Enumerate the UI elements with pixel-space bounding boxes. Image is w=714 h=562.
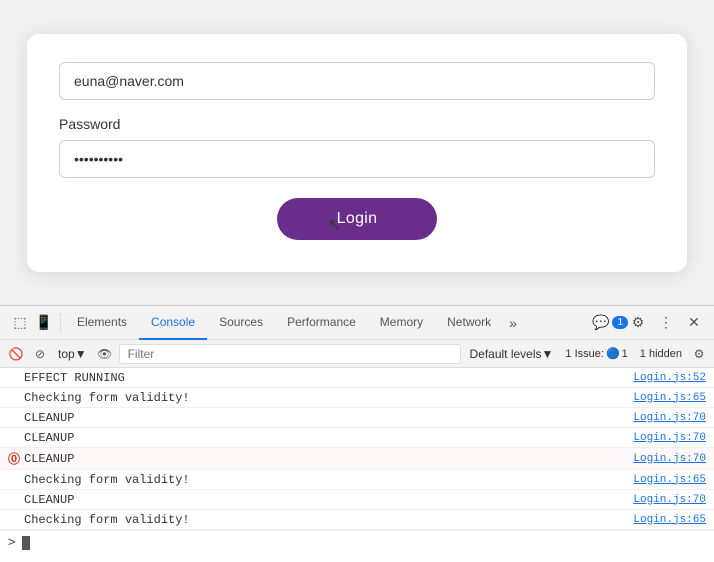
log-text-8: Checking form validity! bbox=[24, 513, 625, 527]
message-count-button[interactable]: 💬 1 bbox=[598, 311, 622, 335]
log-row: Checking form validity! Login.js:65 bbox=[0, 470, 714, 490]
log-text-6: Checking form validity! bbox=[24, 473, 625, 487]
tab-memory[interactable]: Memory bbox=[368, 306, 435, 340]
console-toolbar: 🚫 ⊘ top ▼ 👁 Default levels ▼ 1 Issue: 🔵 … bbox=[0, 340, 714, 368]
log-text-3: CLEANUP bbox=[24, 411, 625, 425]
clear-console-button[interactable]: 🚫 bbox=[6, 344, 26, 364]
log-row: CLEANUP Login.js:70 bbox=[0, 428, 714, 448]
tab-elements[interactable]: Elements bbox=[65, 306, 139, 340]
devtools-right-controls: 💬 1 ⚙ ⋮ ✕ bbox=[598, 311, 710, 335]
log-row: CLEANUP Login.js:70 bbox=[0, 408, 714, 428]
log-text-7: CLEANUP bbox=[24, 493, 625, 507]
tab-performance[interactable]: Performance bbox=[275, 306, 368, 340]
hidden-count: 1 hidden bbox=[636, 348, 686, 360]
close-devtools-button[interactable]: ✕ bbox=[682, 311, 706, 335]
console-cursor bbox=[22, 536, 30, 550]
login-button[interactable]: Login bbox=[277, 198, 438, 240]
password-label: Password bbox=[59, 116, 655, 132]
more-options-button[interactable]: ⋮ bbox=[654, 311, 678, 335]
console-input-row: > bbox=[0, 530, 714, 554]
log-source-1[interactable]: Login.js:52 bbox=[633, 372, 706, 384]
context-selector[interactable]: top ▼ bbox=[54, 345, 91, 363]
password-field[interactable]: •••••••••• bbox=[59, 140, 655, 178]
login-card: euna@naver.com Password •••••••••• Login bbox=[27, 34, 687, 272]
console-log-area: EFFECT RUNNING Login.js:52 Checking form… bbox=[0, 368, 714, 562]
eye-icon[interactable]: 👁 bbox=[95, 344, 115, 364]
log-text-4: CLEANUP bbox=[24, 431, 625, 445]
email-field[interactable]: euna@naver.com bbox=[59, 62, 655, 100]
devtools-panel: ⬚ 📱 Elements Console Sources Performance… bbox=[0, 305, 714, 562]
page-area: euna@naver.com Password •••••••••• Login… bbox=[0, 0, 714, 305]
log-source-2[interactable]: Login.js:65 bbox=[633, 392, 706, 404]
log-text-2: Checking form validity! bbox=[24, 391, 625, 405]
console-settings-button[interactable]: ⚙ bbox=[690, 345, 708, 363]
log-source-8[interactable]: Login.js:65 bbox=[633, 514, 706, 526]
log-source-3[interactable]: Login.js:70 bbox=[633, 412, 706, 424]
log-text-1: EFFECT RUNNING bbox=[24, 371, 625, 385]
filter-input[interactable] bbox=[119, 344, 462, 364]
log-row: Checking form validity! Login.js:65 bbox=[0, 510, 714, 530]
inspect-element-icon[interactable]: ⬚ bbox=[10, 313, 30, 333]
tab-network[interactable]: Network bbox=[435, 306, 503, 340]
tab-sources[interactable]: Sources bbox=[207, 306, 275, 340]
log-icon-5: ⓪ bbox=[8, 450, 24, 467]
log-row-error: ⓪ CLEANUP Login.js:70 bbox=[0, 448, 714, 470]
device-toolbar-icon[interactable]: 📱 bbox=[34, 313, 54, 333]
log-row: EFFECT RUNNING Login.js:52 bbox=[0, 368, 714, 388]
log-row: CLEANUP Login.js:70 bbox=[0, 490, 714, 510]
settings-button[interactable]: ⚙ bbox=[626, 311, 650, 335]
log-text-5: CLEANUP bbox=[24, 452, 625, 466]
default-levels-selector[interactable]: Default levels ▼ bbox=[465, 345, 557, 363]
issue-badge: 1 Issue: 🔵 1 bbox=[561, 347, 631, 360]
log-row: Checking form validity! Login.js:65 bbox=[0, 388, 714, 408]
log-source-7[interactable]: Login.js:70 bbox=[633, 494, 706, 506]
more-tabs-button[interactable]: » bbox=[503, 315, 523, 331]
devtools-icons-left: ⬚ 📱 bbox=[4, 313, 61, 333]
log-source-6[interactable]: Login.js:65 bbox=[633, 474, 706, 486]
log-source-5[interactable]: Login.js:70 bbox=[633, 453, 706, 465]
console-prompt: > bbox=[8, 535, 16, 550]
devtools-tab-bar: ⬚ 📱 Elements Console Sources Performance… bbox=[0, 306, 714, 340]
log-source-4[interactable]: Login.js:70 bbox=[633, 432, 706, 444]
tab-console[interactable]: Console bbox=[139, 306, 207, 340]
stop-button[interactable]: ⊘ bbox=[30, 344, 50, 364]
